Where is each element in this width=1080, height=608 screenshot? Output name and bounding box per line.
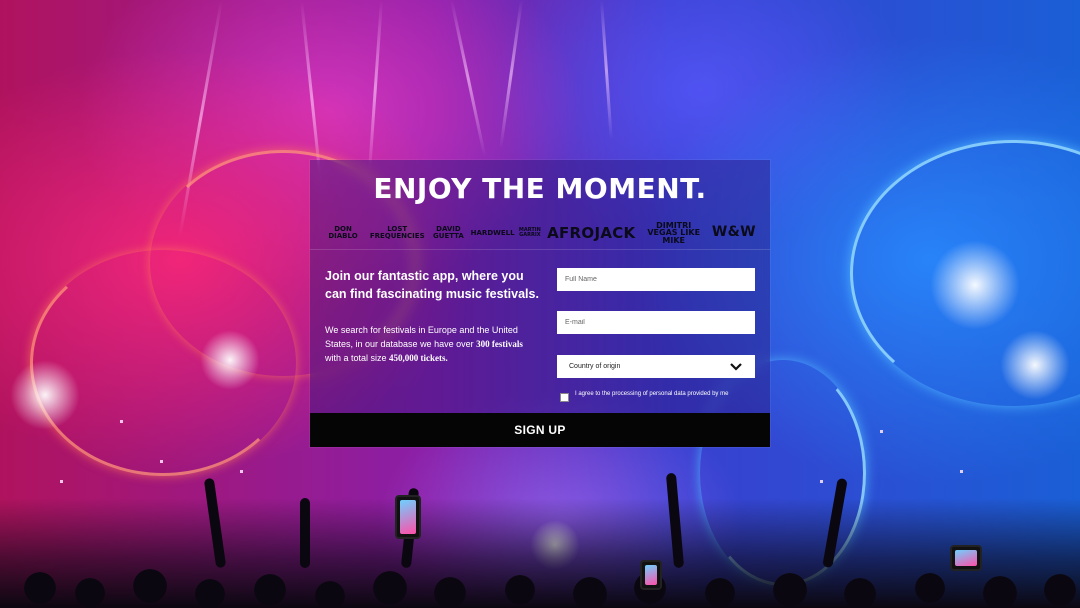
consent-label: I agree to the processing of personal da…	[575, 391, 729, 397]
festival-count: 300 festivals	[476, 339, 523, 349]
w-and-w-logo: W&W	[711, 224, 756, 241]
martin-garrix-logo: MARTIN GARRIX	[518, 227, 541, 238]
intro-lead: Join our fantastic app, where you can fi…	[325, 269, 539, 301]
don-diablo-logo: DON DIABLO	[328, 225, 358, 240]
desc-middle: with a total size	[325, 353, 387, 363]
hardwell-logo: HARDWELL	[470, 228, 515, 237]
intro-description: We search for festivals in Europe and th…	[325, 323, 537, 365]
country-select[interactable]: Country of origin	[557, 355, 755, 378]
email-input[interactable]	[557, 311, 755, 334]
afrojack-logo: AFROJACK	[547, 223, 636, 242]
consent-row: I agree to the processing of personal da…	[560, 390, 735, 402]
header-divider	[310, 249, 770, 250]
signup-card: ENJOY THE MOMENT. DON DIABLO LOST FREQUE…	[310, 160, 770, 447]
ticket-count: 450,000 tickets.	[389, 353, 448, 363]
lost-frequencies-logo: LOST FREQUENCIES	[369, 225, 425, 240]
consent-checkbox[interactable]	[560, 393, 569, 402]
david-guetta-logo: DAVID GUETTA	[433, 225, 464, 240]
sign-up-button[interactable]: SIGN UP	[310, 413, 770, 447]
dimitri-vegas-like-mike-logo: DIMITRI VEGAS LIKE MIKE	[647, 220, 701, 245]
page-title: ENJOY THE MOMENT.	[373, 172, 707, 205]
full-name-input[interactable]	[557, 268, 755, 291]
chevron-down-icon	[730, 362, 742, 371]
country-select-value: Country of origin	[569, 363, 621, 370]
artist-logos-row: DON DIABLO LOST FREQUENCIES DAVID GUETTA…	[324, 220, 756, 246]
crowd-silhouette	[0, 498, 1080, 608]
